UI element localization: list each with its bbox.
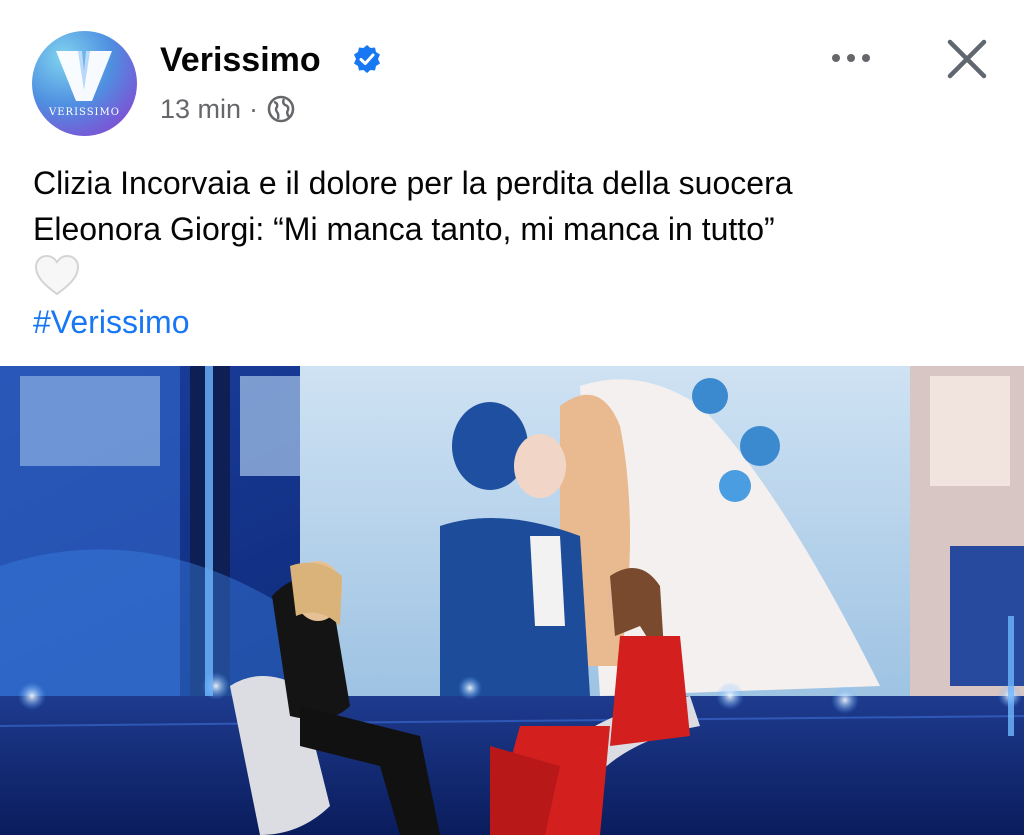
post-text: Clizia Incorvaia e il dolore per la perd… (33, 160, 1003, 300)
verified-badge-icon (354, 45, 380, 73)
post-photo[interactable] (0, 366, 1024, 835)
meta-separator: · (249, 94, 259, 124)
page-avatar[interactable]: VERISSIMO (32, 31, 137, 136)
hashtag-link[interactable]: #Verissimo (33, 300, 190, 344)
studio-interview-photo (0, 366, 1024, 835)
post-time[interactable]: 13 min (160, 92, 241, 126)
post-text-line-1: Clizia Incorvaia e il dolore per la perd… (33, 165, 793, 201)
globe-icon (267, 95, 295, 123)
close-icon[interactable] (942, 34, 992, 84)
post-meta: 13 min · (160, 92, 296, 126)
post-header: VERISSIMO Verissimo 13 min · (0, 0, 1024, 140)
more-options-icon[interactable] (826, 40, 876, 76)
verissimo-logo-icon (56, 51, 112, 101)
avatar-label: VERISSIMO (49, 107, 120, 118)
white-heart-icon (34, 254, 80, 296)
post-text-line-2: Eleonora Giorgi: “Mi manca tanto, mi man… (33, 211, 775, 247)
page-name[interactable]: Verissimo (160, 40, 321, 80)
